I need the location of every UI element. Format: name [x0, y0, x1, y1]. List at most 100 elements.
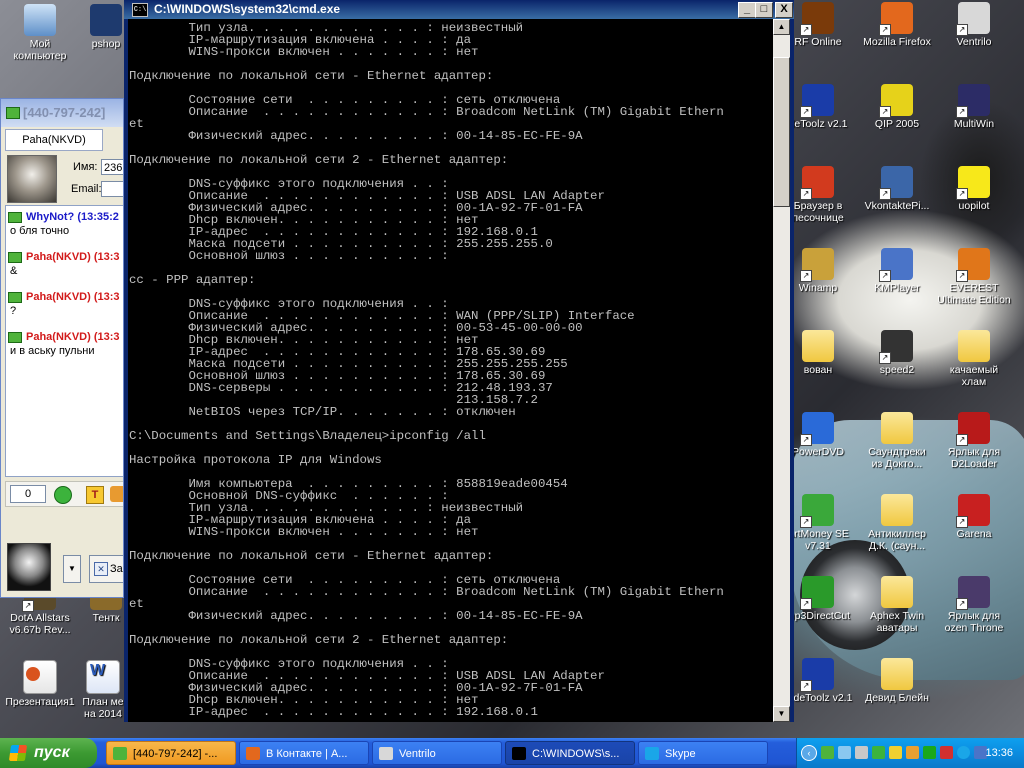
taskbar-button[interactable]: C:\WINDOWS\s... [505, 741, 635, 765]
smiley-icon[interactable] [54, 486, 72, 504]
desktop-icon-label: вован [803, 364, 833, 376]
text-format-icon[interactable]: T [86, 486, 104, 504]
chat-message: Paha(NKVD) (13:3? [8, 290, 123, 318]
app-icon: ↗ [879, 84, 913, 118]
desktop-icon-24[interactable]: ↗ Ярлык для ozen Throne [934, 576, 1014, 634]
computer-icon [24, 4, 56, 36]
desktop-icon-label: PowerDVD [792, 446, 844, 458]
tray-qip-icon[interactable] [821, 746, 834, 759]
desktop-icon-label: Winamp [798, 282, 838, 294]
desktop-icon-label: Саундтреки из Докто... [868, 446, 926, 470]
desktop-icon-26[interactable]: Девид Блейн [857, 658, 937, 704]
desktop-icon-9[interactable]: ↗ uopilot [934, 166, 1014, 212]
qip-chat-window[interactable]: [440-797-242] Paha(NKVD) Имя: 2362 Email… [0, 98, 124, 598]
desktop-icon-label: pshop [91, 38, 121, 50]
desktop-icon-label: QIP 2005 [874, 118, 920, 130]
windows-logo-icon [8, 745, 28, 761]
console-output[interactable]: Тип узла. . . . . . . . . . . . : неизве… [128, 19, 773, 722]
desktop-icon-3[interactable]: ↗ Ventrilo [934, 2, 1014, 48]
desktop-icon-pshop[interactable]: pshop [86, 4, 126, 50]
taskbar-button[interactable]: [440-797-242] -... [106, 741, 236, 765]
tray-volume-icon[interactable] [906, 746, 919, 759]
desktop-icon-label: VkontaktePi... [864, 200, 930, 212]
shortcut-arrow-icon: ↗ [956, 188, 968, 200]
maximize-button[interactable]: □ [755, 2, 773, 18]
email-field[interactable] [101, 181, 123, 197]
vertical-scrollbar[interactable]: ▲ ▼ [773, 19, 790, 722]
folder-icon [881, 494, 913, 526]
desktop-icon-12[interactable]: ↗ EVEREST Ultimate Edition [934, 248, 1014, 306]
desktop-icon-23[interactable]: Aphex Twin аватары [857, 576, 937, 634]
qip-contact-info: Имя: 2362 Email: [1, 153, 123, 203]
tray-icon[interactable] [940, 746, 953, 759]
color-icon[interactable] [110, 486, 123, 502]
tray-skype-icon[interactable] [957, 746, 970, 759]
email-label: Email: [71, 183, 102, 195]
chat-message: Paha(NKVD) (13:3 и в аську пульни [8, 330, 123, 358]
tray-network-icon[interactable] [838, 746, 851, 759]
taskbar-button[interactable]: В Контакте | А... [239, 741, 369, 765]
tray-icon[interactable] [872, 746, 885, 759]
desktop-icon-2[interactable]: ↗ Mozilla Firefox [857, 2, 937, 48]
shortcut-arrow-icon: ↗ [879, 352, 891, 364]
desktop-icon-6[interactable]: ↗ MultiWin [934, 84, 1014, 130]
desktop-icon-21[interactable]: ↗ Garena [934, 494, 1014, 540]
message-author: Paha(NKVD) (13:3 [26, 251, 120, 263]
taskbar: пуск [440-797-242] -... В Контакте | А...… [0, 738, 1024, 768]
desktop-icon-17[interactable]: Саундтреки из Докто... [857, 412, 937, 470]
desktop-icon-label: Браузер в песочнице [792, 200, 844, 224]
powerpoint-icon [23, 660, 57, 694]
desktop-icon-presentation[interactable]: Презентация1 [0, 660, 80, 708]
app-icon: ↗ [800, 494, 834, 528]
close-chat-button[interactable]: ✕ За [89, 555, 123, 583]
desktop-icon-5[interactable]: ↗ QIP 2005 [857, 84, 937, 130]
desktop-icon-11[interactable]: ↗ KMPlayer [857, 248, 937, 294]
message-text: & [10, 265, 18, 277]
desktop-icon-label: deToolz v2.1 [788, 118, 848, 130]
tray-icon[interactable] [855, 746, 868, 759]
tray-expand-icon[interactable]: ‹ [801, 745, 817, 761]
qip-bottom-bar: ▼ ✕ За [5, 543, 123, 595]
dropdown-button[interactable]: ▼ [63, 555, 81, 583]
clock[interactable]: 13:36 [985, 738, 1013, 768]
desktop-icon-plan[interactable]: W План ме на 2014 [80, 660, 126, 720]
message-icon [8, 251, 22, 263]
tray-play-icon[interactable] [923, 746, 936, 759]
tray-icon[interactable] [889, 746, 902, 759]
start-button[interactable]: пуск [0, 738, 97, 768]
qip-title-bar[interactable]: [440-797-242] [1, 99, 123, 127]
app-icon: ↗ [879, 2, 913, 36]
desktop-icon-label: Garena [956, 528, 992, 540]
cmd-title-bar[interactable]: C:\ C:\WINDOWS\system32\cmd.exe _ □ X [124, 0, 794, 19]
close-button[interactable]: X [775, 2, 793, 18]
desktop-icon-15[interactable]: качаемый хлам [934, 330, 1014, 388]
desktop-icon-14[interactable]: ↗ speed2 [857, 330, 937, 376]
desktop-icon-8[interactable]: ↗ VkontaktePi... [857, 166, 937, 212]
desktop-icon-label: uopilot [958, 200, 990, 212]
message-text: о бля точно [10, 225, 70, 237]
app-icon: ↗ [800, 412, 834, 446]
desktop-icon-label: KMPlayer [874, 282, 920, 294]
chat-history[interactable]: WhyNot? (13:35:2 о бля точно Paha(NKVD) (1… [5, 205, 123, 477]
folder-icon [881, 576, 913, 608]
name-field[interactable]: 2362 [101, 159, 123, 175]
desktop-icon-20[interactable]: Антикиллер Д.К. (саун... [857, 494, 937, 552]
shortcut-arrow-icon: ↗ [800, 24, 812, 36]
qip-contact-tab[interactable]: Paha(NKVD) [5, 129, 103, 151]
cmd-window[interactable]: C:\ C:\WINDOWS\system32\cmd.exe _ □ X Ти… [124, 0, 794, 722]
scroll-up-button[interactable]: ▲ [773, 19, 790, 35]
scroll-down-button[interactable]: ▼ [773, 706, 790, 722]
task-label: Ventrilo [399, 748, 436, 760]
taskbar-button[interactable]: Ventrilo [372, 741, 502, 765]
desktop-icon-18[interactable]: ↗ Ярлык для D2Loader [934, 412, 1014, 470]
minimize-button[interactable]: _ [738, 2, 756, 18]
shortcut-arrow-icon: ↗ [956, 24, 968, 36]
app-icon: ↗ [879, 330, 913, 364]
taskbar-button[interactable]: Skype [638, 741, 768, 765]
app-icon: ↗ [800, 248, 834, 282]
counter-field[interactable]: 0 [10, 485, 46, 503]
task-icon [512, 747, 526, 760]
scroll-thumb[interactable] [773, 57, 790, 207]
message-icon [8, 291, 22, 303]
desktop-icon-my-computer[interactable]: Мой компьютер [0, 4, 80, 62]
